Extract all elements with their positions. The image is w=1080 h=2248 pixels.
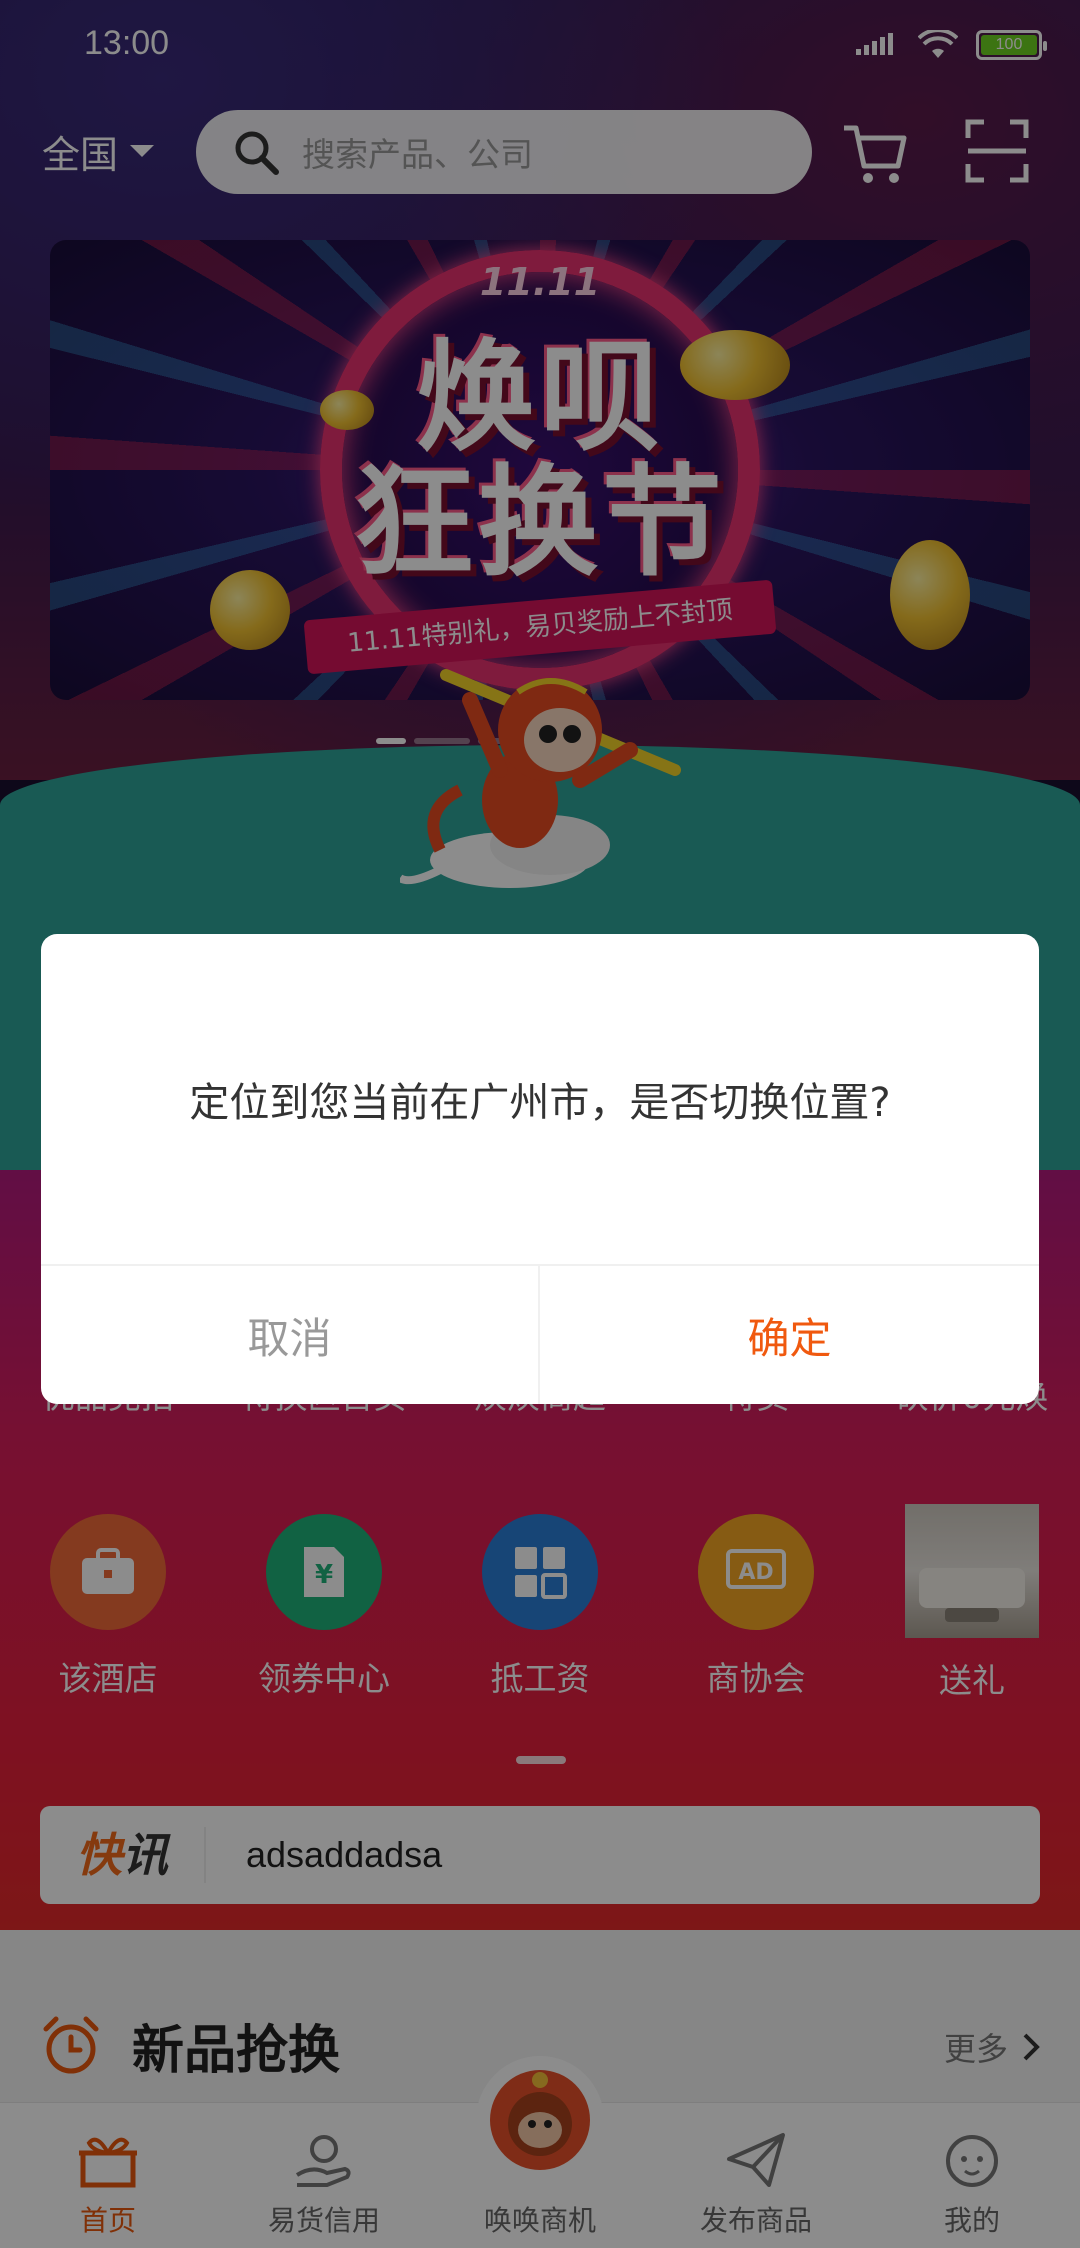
- cancel-button[interactable]: 取消: [41, 1266, 540, 1404]
- dialog-buttons: 取消 确定: [41, 1264, 1039, 1404]
- confirm-button[interactable]: 确定: [540, 1266, 1039, 1404]
- dialog-message: 定位到您当前在广州市，是否切换位置?: [189, 1080, 891, 1126]
- location-dialog: 定位到您当前在广州市，是否切换位置? 取消 确定: [41, 934, 1039, 1404]
